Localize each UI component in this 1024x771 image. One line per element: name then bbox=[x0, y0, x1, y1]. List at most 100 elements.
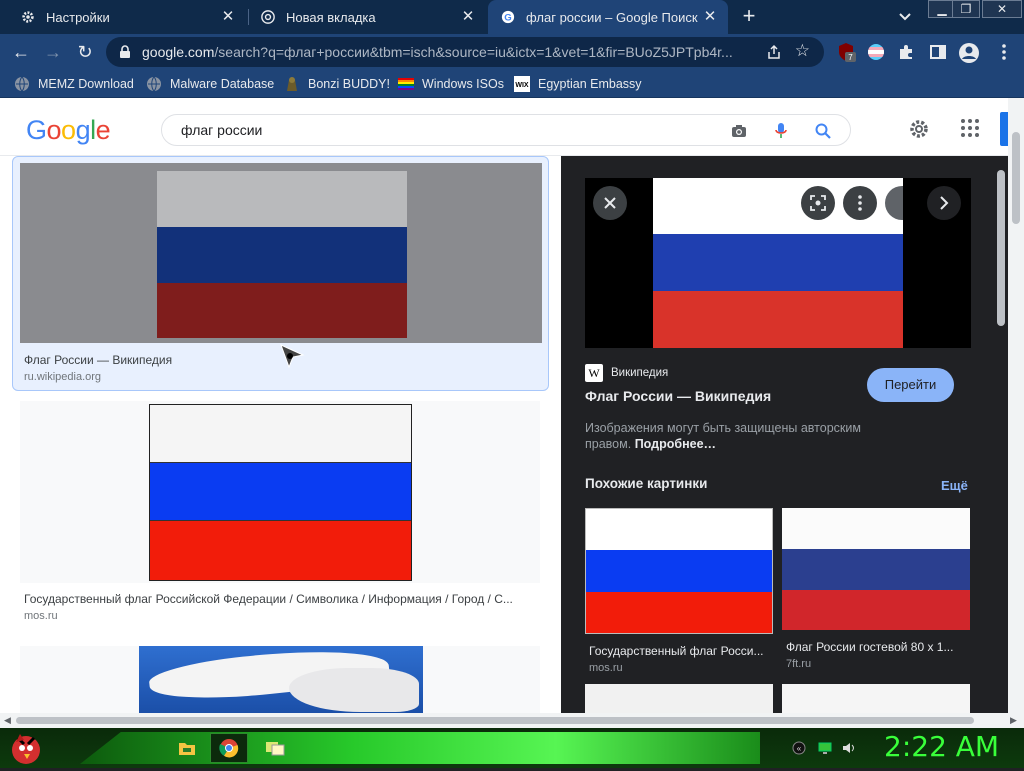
search-box[interactable]: флаг россии bbox=[161, 114, 851, 146]
bookmark-malware-database[interactable]: Malware Database bbox=[146, 75, 274, 93]
new-tab-button[interactable]: + bbox=[738, 5, 760, 28]
bookmarks-bar: MEMZ Download Malware Database Bonzi BUD… bbox=[0, 70, 1024, 98]
learn-more-link[interactable]: Подробнее… bbox=[635, 437, 716, 451]
scrollbar-thumb[interactable] bbox=[997, 170, 1005, 326]
bookmark-windows-isos[interactable]: Windows ISOs bbox=[398, 75, 504, 93]
maximize-button[interactable]: ❐ bbox=[952, 0, 980, 18]
preview-scrollbar[interactable] bbox=[996, 170, 1006, 713]
signin-button-edge[interactable] bbox=[1000, 112, 1008, 146]
file-explorer-taskbar-button[interactable] bbox=[168, 733, 206, 763]
bookmark-egyptian-embassy[interactable]: WIX Egyptian Embassy bbox=[514, 75, 642, 93]
image-preview-panel: W Википедия Флаг России — Википедия Пере… bbox=[561, 156, 1008, 713]
tab-settings[interactable]: Настройки ✕ bbox=[8, 0, 246, 34]
bookmark-star-icon[interactable]: ☆ bbox=[795, 41, 810, 61]
more-menu-icon[interactable] bbox=[994, 42, 1014, 62]
similar-source[interactable]: mos.ru bbox=[589, 662, 623, 674]
next-image-button[interactable] bbox=[927, 186, 961, 220]
close-tab-icon[interactable]: ✕ bbox=[220, 9, 236, 25]
network-icon[interactable]: « bbox=[792, 741, 806, 755]
result-thumbnail[interactable] bbox=[20, 646, 540, 713]
similar-image-card[interactable]: Государственный флаг Росси... mos.ru bbox=[585, 508, 773, 678]
scroll-left-arrow-icon[interactable]: ◀ bbox=[4, 715, 11, 726]
image-result-card[interactable] bbox=[12, 646, 549, 713]
image-result-card[interactable]: Флаг России — Википедия ru.wikipedia.org bbox=[12, 156, 549, 391]
close-tab-icon[interactable]: ✕ bbox=[460, 9, 476, 25]
more-similar-link[interactable]: Ещё bbox=[941, 478, 968, 493]
extensions-puzzle-icon[interactable] bbox=[896, 42, 916, 62]
svg-text:7: 7 bbox=[848, 53, 853, 62]
similar-image-card[interactable]: Флаг России гостевой 80 x 1... 7ft.ru bbox=[782, 508, 970, 678]
scroll-right-arrow-icon[interactable]: ▶ bbox=[1010, 715, 1017, 726]
close-window-button[interactable]: ✕ bbox=[982, 0, 1022, 18]
search-icon[interactable] bbox=[814, 122, 832, 140]
result-source[interactable]: mos.ru bbox=[24, 610, 58, 622]
chevron-down-icon[interactable] bbox=[896, 8, 914, 26]
preview-image[interactable] bbox=[585, 178, 971, 348]
google-apps-icon[interactable] bbox=[960, 118, 982, 140]
similar-thumbnail[interactable] bbox=[585, 508, 773, 634]
search-input[interactable]: флаг россии bbox=[181, 122, 262, 138]
svg-text:«: « bbox=[797, 744, 802, 753]
image-results: Флаг России — Википедия ru.wikipedia.org… bbox=[0, 156, 560, 713]
browser-toolbar: ← → ↻ google.com/search?q=флаг+россии&tb… bbox=[0, 34, 1024, 70]
horizontal-scrollbar[interactable]: ◀ ▶ bbox=[0, 713, 1024, 728]
svg-text:G: G bbox=[504, 13, 511, 24]
result-thumbnail[interactable] bbox=[20, 163, 542, 343]
settings-gear-icon[interactable] bbox=[908, 118, 930, 140]
taskbar-clock[interactable]: 2:22 AM bbox=[884, 730, 999, 763]
monitor-icon[interactable] bbox=[818, 741, 832, 755]
wix-icon: WIX bbox=[514, 76, 530, 92]
lock-icon bbox=[118, 45, 132, 59]
messenger-taskbar-button[interactable] bbox=[256, 733, 294, 763]
start-button[interactable] bbox=[6, 730, 46, 766]
google-lens-icon[interactable] bbox=[801, 186, 835, 220]
bookmark-label: Bonzi BUDDY! bbox=[308, 77, 390, 91]
back-button[interactable]: ← bbox=[10, 41, 32, 63]
more-options-icon[interactable] bbox=[843, 186, 877, 220]
visit-button[interactable]: Перейти bbox=[867, 368, 954, 402]
angry-bird-icon bbox=[12, 734, 40, 764]
globe-icon bbox=[14, 76, 30, 92]
result-thumbnail[interactable] bbox=[20, 401, 540, 583]
result-source[interactable]: ru.wikipedia.org bbox=[24, 371, 101, 383]
bookmark-memz-download[interactable]: MEMZ Download bbox=[14, 75, 134, 93]
preview-source[interactable]: W Википедия bbox=[585, 364, 668, 382]
camera-icon[interactable] bbox=[730, 122, 748, 140]
result-title[interactable]: Государственный флаг Российской Федераци… bbox=[24, 592, 542, 606]
trans-flag-extension-icon[interactable] bbox=[866, 42, 886, 62]
bookmark-label: Malware Database bbox=[170, 77, 275, 91]
tab-google-search[interactable]: G флаг россии – Google Поиск ✕ bbox=[488, 0, 728, 34]
svg-text:WIX: WIX bbox=[515, 82, 529, 89]
bonzi-icon bbox=[284, 76, 300, 92]
similar-image-card[interactable] bbox=[585, 684, 773, 713]
image-result-card[interactable]: Государственный флаг Российской Федераци… bbox=[12, 401, 549, 631]
bookmark-bonzi-buddy[interactable]: Bonzi BUDDY! bbox=[284, 75, 390, 93]
forward-button[interactable]: → bbox=[42, 41, 64, 63]
wikipedia-icon: W bbox=[585, 364, 603, 382]
chrome-taskbar-button[interactable] bbox=[210, 733, 248, 763]
volume-icon[interactable] bbox=[842, 741, 856, 755]
result-title[interactable]: Флаг России — Википедия bbox=[24, 353, 524, 367]
ublock-extension-icon[interactable]: 7 bbox=[836, 42, 856, 62]
similar-title[interactable]: Флаг России гостевой 80 x 1... bbox=[786, 640, 970, 654]
scrollbar-thumb[interactable] bbox=[16, 717, 974, 724]
google-logo[interactable]: Google bbox=[26, 115, 111, 146]
similar-thumbnail[interactable] bbox=[782, 508, 970, 630]
tab-new-tab[interactable]: Новая вкладка ✕ bbox=[248, 0, 486, 34]
chrome-icon bbox=[260, 9, 276, 25]
side-panel-icon[interactable] bbox=[928, 42, 948, 62]
share-icon[interactable] bbox=[766, 44, 782, 60]
similar-source[interactable]: 7ft.ru bbox=[786, 658, 811, 670]
page-vertical-scrollbar[interactable] bbox=[1008, 98, 1024, 713]
address-bar[interactable]: google.com/search?q=флаг+россии&tbm=isch… bbox=[106, 37, 824, 67]
close-tab-icon[interactable]: ✕ bbox=[702, 9, 718, 25]
similar-title[interactable]: Государственный флаг Росси... bbox=[589, 644, 773, 658]
similar-image-card[interactable] bbox=[782, 684, 970, 713]
reload-button[interactable]: ↻ bbox=[74, 41, 96, 63]
close-preview-button[interactable] bbox=[593, 186, 627, 220]
tab-label: Настройки bbox=[46, 9, 110, 25]
microphone-icon[interactable] bbox=[772, 122, 790, 140]
preview-title[interactable]: Флаг России — Википедия bbox=[585, 388, 771, 404]
profile-avatar-icon[interactable] bbox=[958, 42, 979, 63]
scrollbar-thumb[interactable] bbox=[1012, 132, 1020, 224]
